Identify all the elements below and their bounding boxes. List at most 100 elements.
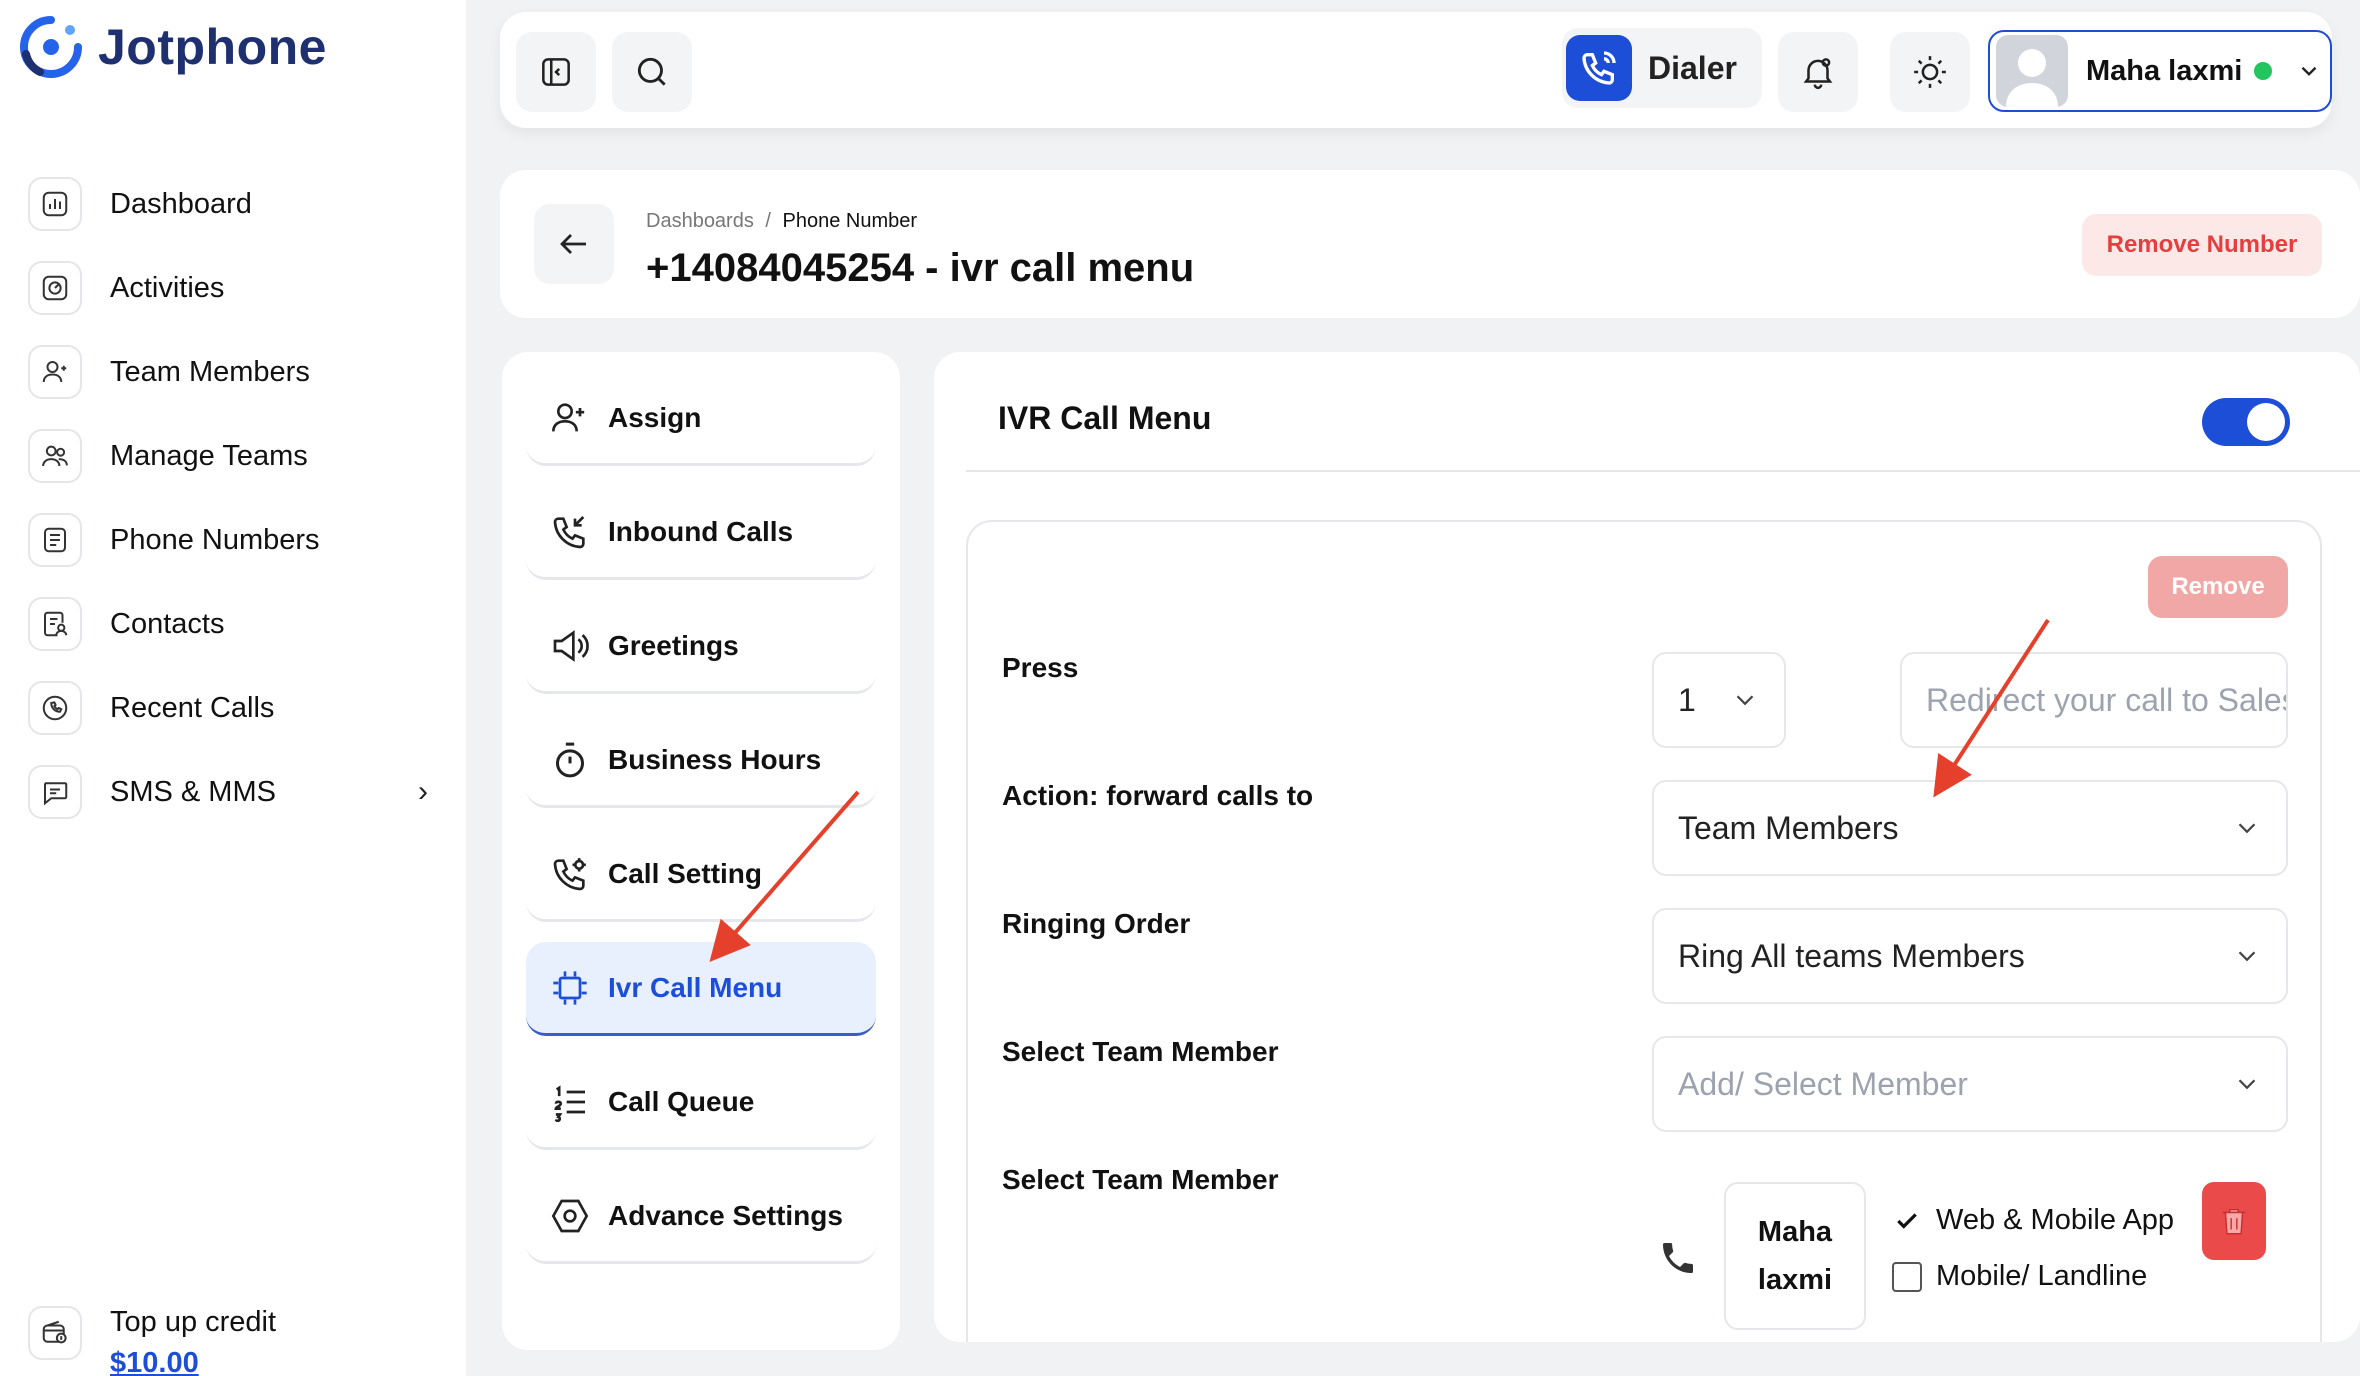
breadcrumb-current: Phone Number	[782, 210, 918, 232]
press-key-value: 1	[1678, 681, 1696, 718]
chevron-down-icon	[1736, 695, 1754, 706]
wallet-icon	[28, 1306, 82, 1360]
logo-icon	[20, 16, 82, 78]
redirect-message-input[interactable]: Redirect your call to Sales	[1900, 652, 2288, 748]
dialer-button[interactable]: Dialer	[1562, 28, 1762, 108]
landline-option[interactable]: Mobile/ Landline	[1892, 1260, 2147, 1293]
action-label: Action: forward calls to	[1002, 780, 1314, 811]
search-button[interactable]	[612, 32, 692, 112]
chevron-down-icon	[2238, 951, 2256, 962]
user-plus-icon	[552, 402, 585, 431]
landline-label: Mobile/ Landline	[1936, 1260, 2148, 1292]
breadcrumb-root[interactable]: Dashboards	[646, 210, 754, 232]
tab-call-setting[interactable]: Call Setting	[526, 828, 876, 922]
phone-icon	[1663, 1243, 1693, 1273]
sidebar-item-label: Activities	[110, 271, 225, 304]
sidebar-item-label: Dashboard	[110, 187, 252, 220]
avatar	[1996, 35, 2068, 107]
recent-calls-icon	[28, 681, 82, 735]
ringing-order-label: Ringing Order	[1002, 908, 1191, 939]
chevron-down-icon	[2238, 1079, 2256, 1090]
ivr-enabled-toggle[interactable]	[2202, 398, 2290, 446]
sidebar-item-label: Team Members	[110, 355, 310, 388]
user-menu[interactable]: Maha laxmi	[1988, 30, 2332, 112]
search-icon	[637, 57, 666, 86]
landline-checkbox[interactable]	[1892, 1261, 1922, 1292]
settings-tabs: Assign Inbound Calls Greetings Business …	[502, 352, 900, 1350]
remove-option-button[interactable]: Remove	[2148, 556, 2288, 618]
sidebar-item-activities[interactable]: Activities	[28, 246, 438, 330]
tab-label: Ivr Call Menu	[608, 971, 783, 1003]
sidebar-toggle-icon	[542, 58, 570, 86]
sidebar-item-manage-teams[interactable]: Manage Teams	[28, 414, 438, 498]
sidebar-item-dashboard[interactable]: Dashboard	[28, 162, 438, 246]
tab-label: Advance Settings	[608, 1199, 843, 1231]
delete-member-button[interactable]	[2202, 1182, 2266, 1260]
incoming-call-icon	[553, 515, 585, 548]
notifications-button[interactable]	[1778, 32, 1858, 112]
tab-business-hours[interactable]: Business Hours	[526, 714, 876, 808]
tab-inbound-calls[interactable]: Inbound Calls	[526, 486, 876, 580]
sidebar-item-team-members[interactable]: Team Members	[28, 330, 438, 414]
tab-advance-settings[interactable]: Advance Settings	[526, 1170, 876, 1264]
web-mobile-checkbox[interactable]	[1892, 1205, 1922, 1236]
tab-assign[interactable]: Assign	[526, 372, 876, 466]
tab-greetings[interactable]: Greetings	[526, 600, 876, 694]
chevron-down-icon[interactable]	[2296, 58, 2322, 84]
call-setting-icon	[553, 857, 586, 890]
chevron-down-icon	[2238, 823, 2256, 834]
sidebar-item-phone-numbers[interactable]: Phone Numbers	[28, 498, 438, 582]
tab-ivr-call-menu[interactable]: Ivr Call Menu	[526, 942, 876, 1036]
sidebar: Jotphone Dashboard Activities Team Membe…	[0, 0, 466, 1376]
theme-toggle-button[interactable]	[1890, 32, 1970, 112]
dialer-phone-icon	[1566, 35, 1632, 101]
select-member-label-2: Select Team Member	[1002, 1164, 1279, 1195]
ringing-order-select[interactable]: Ring All teams Members	[1652, 908, 2288, 1004]
member-last-name: laxmi	[1757, 1264, 1833, 1296]
user-icon	[28, 345, 82, 399]
hexagon-gear-icon	[551, 1199, 589, 1232]
sidebar-item-contacts[interactable]: Contacts	[28, 582, 438, 666]
member-first-name: Maha	[1757, 1216, 1833, 1248]
chart-icon	[28, 177, 82, 231]
sidebar-item-recent-calls[interactable]: Recent Calls	[28, 666, 438, 750]
message-icon	[28, 765, 82, 819]
collapse-sidebar-button[interactable]	[516, 32, 596, 112]
topup-amount[interactable]: $10.00	[110, 1347, 276, 1376]
brand-name: Jotphone	[98, 19, 327, 75]
web-mobile-label: Web & Mobile App	[1936, 1204, 2175, 1236]
web-mobile-option[interactable]: Web & Mobile App	[1892, 1204, 2174, 1237]
megaphone-icon	[553, 629, 589, 662]
back-button[interactable]	[534, 204, 614, 284]
numbered-list-icon	[554, 1084, 585, 1122]
contacts-icon	[28, 597, 82, 651]
topup-credit[interactable]: Top up credit $10.00	[28, 1306, 276, 1376]
top-header: Dialer Maha laxmi	[500, 12, 2332, 128]
tab-label: Assign	[608, 401, 702, 433]
sun-icon	[1914, 56, 1946, 88]
sidebar-item-sms-mms[interactable]: SMS & MMS ›	[28, 750, 438, 834]
member-card: Maha laxmi	[1724, 1182, 1866, 1330]
press-key-select[interactable]: 1	[1652, 652, 1786, 748]
sidebar-item-label: Manage Teams	[110, 439, 308, 472]
redirect-placeholder: Redirect your call to Sales	[1926, 681, 2288, 718]
select-member-placeholder: Add/ Select Member	[1678, 1065, 1968, 1102]
page-title: +14084045254 - ivr call menu	[646, 246, 1195, 290]
forward-action-select[interactable]: Team Members	[1652, 780, 2288, 876]
users-icon	[28, 429, 82, 483]
chevron-right-icon[interactable]: ›	[418, 775, 428, 809]
topup-label: Top up credit	[110, 1306, 277, 1338]
stopwatch-icon	[556, 742, 584, 777]
brand-logo[interactable]: Jotphone	[18, 14, 327, 80]
ivr-icon	[553, 970, 587, 1005]
tab-label: Greetings	[608, 629, 739, 661]
tab-label: Call Setting	[608, 857, 763, 889]
section-title: IVR Call Menu	[998, 400, 1212, 436]
dialer-label: Dialer	[1648, 49, 1737, 86]
remove-number-button[interactable]: Remove Number	[2082, 214, 2322, 276]
activity-icon	[28, 261, 82, 315]
sidebar-nav: Dashboard Activities Team Members Manage…	[28, 162, 438, 834]
select-member-dropdown[interactable]: Add/ Select Member	[1652, 1036, 2288, 1132]
page-title-bar: Dashboards / Phone Number +14084045254 -…	[500, 170, 2360, 318]
tab-call-queue[interactable]: Call Queue	[526, 1056, 876, 1150]
